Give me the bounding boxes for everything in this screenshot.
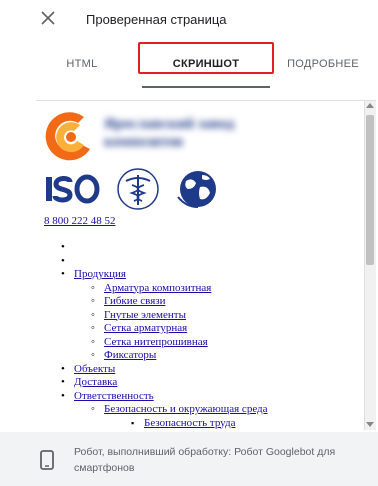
list-item: Доставка bbox=[60, 376, 350, 390]
list-item: Фиксаторы bbox=[90, 349, 350, 363]
dialog-header: Проверенная страница bbox=[0, 0, 378, 40]
menu-link-objects[interactable]: Объекты bbox=[74, 363, 115, 375]
list-item: Арматура композитная bbox=[90, 282, 350, 296]
menu-link-labor-safety[interactable]: Безопасность труда bbox=[144, 417, 235, 429]
menu-link-responsibility[interactable]: Ответственность bbox=[74, 390, 154, 402]
list-item bbox=[60, 255, 350, 269]
menu-link-products[interactable]: Продукция bbox=[74, 268, 126, 280]
products-submenu: Арматура композитная Гибкие связи Гнутые… bbox=[90, 282, 350, 363]
menu-link-bent-elements[interactable]: Гнутые элементы bbox=[104, 309, 186, 321]
annotation-highlight-box bbox=[138, 42, 274, 74]
crawler-info-footer: Робот, выполнивший обработку: Робот Goog… bbox=[0, 432, 378, 486]
active-tab-indicator bbox=[142, 86, 270, 88]
menu-link-stitched-mesh[interactable]: Сетка нитепрошивная bbox=[104, 336, 208, 348]
crawler-description: Робот, выполнивший обработку: Робот Goog… bbox=[74, 446, 336, 474]
screenshot-content: Ярославский завод композитов 8 800 222 4… bbox=[36, 101, 362, 430]
iso-logo-icon bbox=[46, 174, 100, 204]
list-item: Ответственность Безопасность и окружающа… bbox=[60, 390, 350, 431]
company-logo-icon bbox=[45, 112, 90, 161]
menu-link-safety-environment[interactable]: Безопасность и окружающая среда bbox=[104, 403, 268, 415]
list-item: Сетка арматурная bbox=[90, 322, 350, 336]
dialog-title: Проверенная страница bbox=[86, 12, 227, 27]
globe-icon bbox=[177, 171, 216, 208]
phone-link[interactable]: 8 800 222 48 52 bbox=[44, 215, 116, 227]
safety-submenu: Безопасность труда bbox=[130, 417, 350, 431]
scrollbar-thumb[interactable] bbox=[366, 115, 374, 265]
close-icon[interactable] bbox=[40, 10, 56, 26]
tab-details[interactable]: ПОДРОБНЕЕ bbox=[282, 46, 364, 82]
menu-link-fixators[interactable]: Фиксаторы bbox=[104, 349, 156, 361]
list-item: Объекты bbox=[60, 363, 350, 377]
scroll-up-arrow-icon[interactable] bbox=[366, 103, 374, 108]
list-item: Продукция Арматура композитная Гибкие св… bbox=[60, 268, 350, 363]
list-item: Гнутые элементы bbox=[90, 309, 350, 323]
menu-link-rebar-mesh[interactable]: Сетка арматурная bbox=[104, 322, 187, 334]
site-navigation-list: Продукция Арматура композитная Гибкие св… bbox=[60, 241, 350, 430]
smartphone-icon bbox=[40, 450, 54, 470]
company-name-blurred: Ярославский завод композитов bbox=[104, 116, 235, 150]
menu-link-composite-rebar[interactable]: Арматура композитная bbox=[104, 282, 211, 294]
screenshot-viewport: Ярославский завод композитов 8 800 222 4… bbox=[36, 100, 376, 430]
menu-link-delivery[interactable]: Доставка bbox=[74, 376, 117, 388]
scroll-down-arrow-icon[interactable] bbox=[366, 422, 374, 427]
responsibility-submenu: Безопасность и окружающая среда Безопасн… bbox=[90, 403, 350, 430]
scrollbar[interactable] bbox=[364, 101, 376, 430]
tab-html[interactable]: HTML bbox=[40, 46, 124, 82]
medical-caduceus-icon bbox=[117, 168, 159, 210]
menu-link-flexible-ties[interactable]: Гибкие связи bbox=[104, 295, 166, 307]
list-item: Безопасность и окружающая среда Безопасн… bbox=[90, 403, 350, 430]
list-item: Безопасность труда bbox=[130, 417, 350, 431]
list-item: Сетка нитепрошивная bbox=[90, 336, 350, 350]
list-item: Гибкие связи bbox=[90, 295, 350, 309]
list-item bbox=[60, 241, 350, 255]
